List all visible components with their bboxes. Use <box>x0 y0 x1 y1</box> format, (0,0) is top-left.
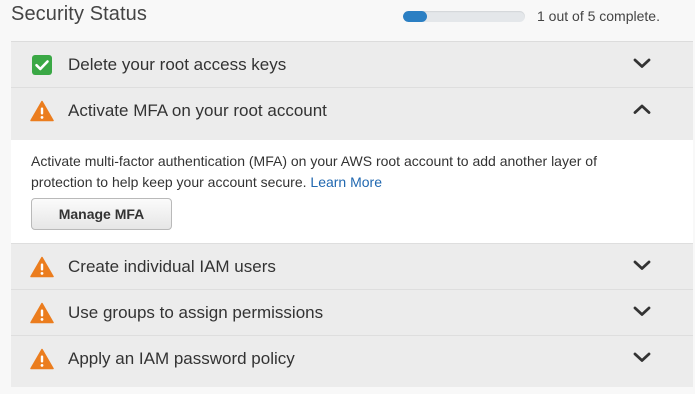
chevron-down-icon[interactable] <box>633 304 651 318</box>
learn-more-link[interactable]: Learn More <box>310 174 382 190</box>
page-title: Security Status <box>11 3 148 25</box>
chevron-down-icon[interactable] <box>633 258 651 272</box>
manage-mfa-button[interactable]: Manage MFA <box>31 198 172 230</box>
warning-icon <box>30 256 54 278</box>
security-status-header: Security Status 1 out of 5 complete. <box>0 0 695 38</box>
warning-icon <box>30 302 54 324</box>
checklist-item-label: Activate MFA on your root account <box>68 101 327 120</box>
checklist-item-activate-mfa[interactable]: Activate MFA on your root account <box>11 88 693 134</box>
chevron-up-icon[interactable] <box>633 102 651 116</box>
security-checklist: Delete your root access keys Activate MF… <box>11 41 693 387</box>
checklist-item-label: Use groups to assign permissions <box>68 303 324 322</box>
checklist-item-create-iam-users[interactable]: Create individual IAM users <box>11 244 693 290</box>
progress-bar <box>403 11 525 22</box>
checklist-item-label: Delete your root access keys <box>68 55 287 74</box>
chevron-down-icon[interactable] <box>633 56 651 70</box>
warning-icon <box>30 100 54 122</box>
checklist-item-use-groups[interactable]: Use groups to assign permissions <box>11 290 693 336</box>
check-icon <box>30 54 54 76</box>
checklist-item-label: Create individual IAM users <box>68 257 276 276</box>
chevron-down-icon[interactable] <box>633 350 651 364</box>
progress-bar-fill <box>403 11 428 22</box>
progress-text: 1 out of 5 complete. <box>537 8 660 24</box>
checklist-item-delete-root-keys[interactable]: Delete your root access keys <box>11 42 693 88</box>
mfa-description: Activate multi-factor authentication (MF… <box>31 151 631 193</box>
checklist-item-label: Apply an IAM password policy <box>68 349 295 368</box>
warning-icon <box>30 348 54 370</box>
mfa-details-panel: Activate multi-factor authentication (MF… <box>11 140 693 244</box>
checklist-item-password-policy[interactable]: Apply an IAM password policy <box>11 336 693 382</box>
